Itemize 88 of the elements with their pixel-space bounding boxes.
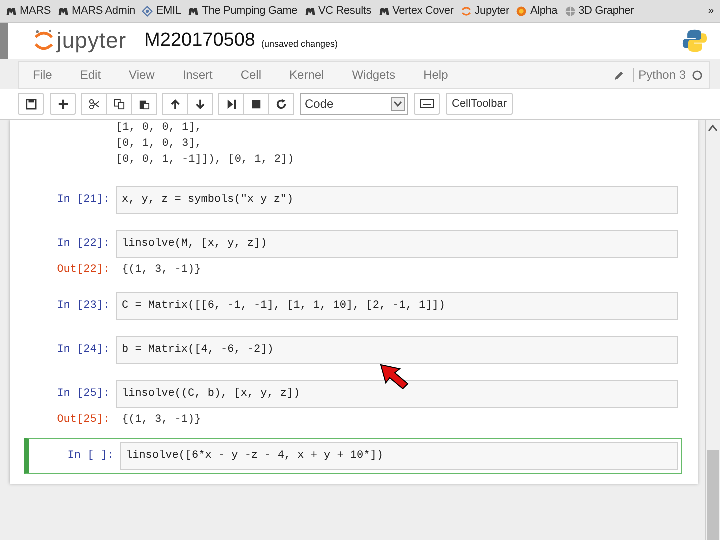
bookmark-link[interactable]: Alpha — [516, 5, 558, 17]
globe-icon — [564, 6, 576, 16]
code-cell[interactable]: In [25]: linsolve((C, b), [x, y, z]) Out[25]: {(1, 3, -1)} — [24, 376, 682, 430]
output-text: {(1, 3, -1)} — [121, 264, 202, 276]
bookmark-link[interactable]: VC Results — [304, 5, 372, 17]
restart-button[interactable] — [268, 93, 294, 115]
bookmark-link[interactable]: MARS Admin — [58, 5, 136, 17]
keyboard-icon — [420, 99, 434, 109]
menu-item[interactable]: Edit — [80, 68, 102, 82]
code-cell[interactable]: In [23]: C = Matrix([[6, -1, -1], [1, 1, 10], [2, -1, 1]]) — [24, 288, 682, 324]
output-prompt: Out[25]: — [56, 414, 111, 426]
cut-button[interactable] — [81, 93, 107, 115]
output-line: [0, 1, 0, 3], — [116, 137, 203, 152]
output-line: [0, 0, 1, -1]]), [0, 1, 2]) — [116, 153, 296, 168]
bookmark-link[interactable]: 3D Grapher — [564, 5, 634, 17]
bookmark-link[interactable]: Jupyter — [460, 5, 510, 17]
code-input[interactable]: linsolve([6*x - y -z - 4, x + y + 10*]) — [120, 442, 678, 470]
plus-icon — [58, 98, 68, 110]
code-input[interactable]: b = Matrix([4, -6, -2]) — [116, 336, 678, 364]
code-cell[interactable]: In [21]: x, y, z = symbols("x y z") — [24, 182, 682, 218]
bookmark-link[interactable]: EMIL — [142, 5, 182, 17]
scrollbar[interactable] — [705, 120, 720, 540]
menu-item[interactable]: Cell — [240, 68, 262, 82]
refresh-icon — [276, 98, 286, 110]
bookmark-icon — [58, 6, 69, 16]
bookmark-icon — [304, 6, 316, 16]
sun-icon — [516, 6, 528, 16]
caret-icon — [391, 97, 405, 111]
stop-button[interactable] — [243, 93, 269, 115]
input-prompt: In [25]: — [56, 388, 111, 400]
command-palette-button[interactable] — [414, 93, 440, 115]
step-forward-icon — [226, 98, 236, 110]
kernel-name: Python 3 — [632, 68, 686, 82]
menu-item[interactable]: Kernel — [290, 68, 324, 82]
code-cell[interactable]: In [ ]: linsolve([6*x - y -z - 4, x + y + 10*]) — [24, 438, 682, 474]
copy-icon — [114, 98, 124, 110]
move-down-button[interactable] — [187, 93, 213, 115]
input-prompt: In [23]: — [56, 300, 111, 312]
bookmark-link[interactable]: Vertex Cover — [378, 5, 454, 17]
cursor-arrow-icon — [380, 364, 410, 390]
scissors-icon — [88, 98, 100, 110]
kernel-status-icon — [692, 70, 703, 80]
notebook-title[interactable]: M220170508 — [144, 30, 256, 52]
menu-item[interactable]: View — [129, 68, 155, 82]
save-status: (unsaved changes) — [261, 38, 338, 48]
code-input[interactable]: x, y, z = symbols("x y z") — [116, 186, 678, 214]
move-up-button[interactable] — [162, 93, 188, 115]
more-bookmarks[interactable]: » — [708, 5, 714, 17]
input-prompt: In [ ]: — [66, 450, 115, 462]
copy-button[interactable] — [106, 93, 132, 115]
paste-button[interactable] — [131, 93, 157, 115]
jupyter-icon — [460, 6, 472, 16]
clipboard-icon — [138, 98, 150, 110]
code-input[interactable]: linsolve(M, [x, y, z]) — [116, 230, 678, 258]
pencil-icon[interactable] — [614, 70, 625, 80]
stop-icon — [250, 98, 262, 110]
arrow-down-icon — [194, 98, 206, 110]
diamond-icon — [142, 6, 154, 16]
code-cell[interactable]: In [22]: linsolve(M, [x, y, z]) Out[22]: {(1, 3, -1)} — [24, 226, 682, 280]
output-line: [1, 0, 0, 1], — [116, 121, 203, 136]
code-input[interactable]: C = Matrix([[6, -1, -1], [1, 1, 10], [2, -1, 1]]) — [116, 292, 678, 320]
floppy-icon — [26, 98, 36, 110]
bookmark-icon — [6, 6, 17, 16]
scrollbar-thumb[interactable] — [707, 450, 719, 540]
scroll-up-icon[interactable] — [708, 124, 718, 132]
bookmark-icon — [188, 6, 200, 16]
code-cell[interactable]: In [24]: b = Matrix([4, -6, -2]) — [24, 332, 682, 368]
input-prompt: In [21]: — [56, 194, 111, 206]
jupyter-wordmark: jupyter — [57, 28, 127, 54]
insert-cell-button[interactable] — [50, 93, 76, 115]
code-input[interactable]: linsolve((C, b), [x, y, z]) — [116, 380, 678, 408]
save-button[interactable] — [18, 93, 44, 115]
bookmark-link[interactable]: MARS — [6, 5, 51, 17]
run-button[interactable] — [218, 93, 244, 115]
python-logo-icon — [682, 28, 708, 54]
cell-type-dropdown[interactable]: Code — [300, 93, 408, 115]
output-text: {(1, 3, -1)} — [121, 414, 202, 426]
celltoolbar-button[interactable]: CellToolbar — [446, 93, 514, 115]
menu-item[interactable]: Insert — [182, 68, 213, 82]
menu-item[interactable]: Widgets — [352, 68, 396, 82]
output-prompt: Out[22]: — [56, 264, 111, 276]
menu-item[interactable]: File — [33, 68, 52, 82]
menu-item[interactable]: Help — [424, 68, 448, 82]
input-prompt: In [24]: — [56, 344, 111, 356]
input-prompt: In [22]: — [56, 238, 111, 250]
bookmark-link[interactable]: The Pumping Game — [188, 5, 298, 17]
bookmark-icon — [378, 6, 390, 16]
arrow-up-icon — [170, 98, 180, 110]
